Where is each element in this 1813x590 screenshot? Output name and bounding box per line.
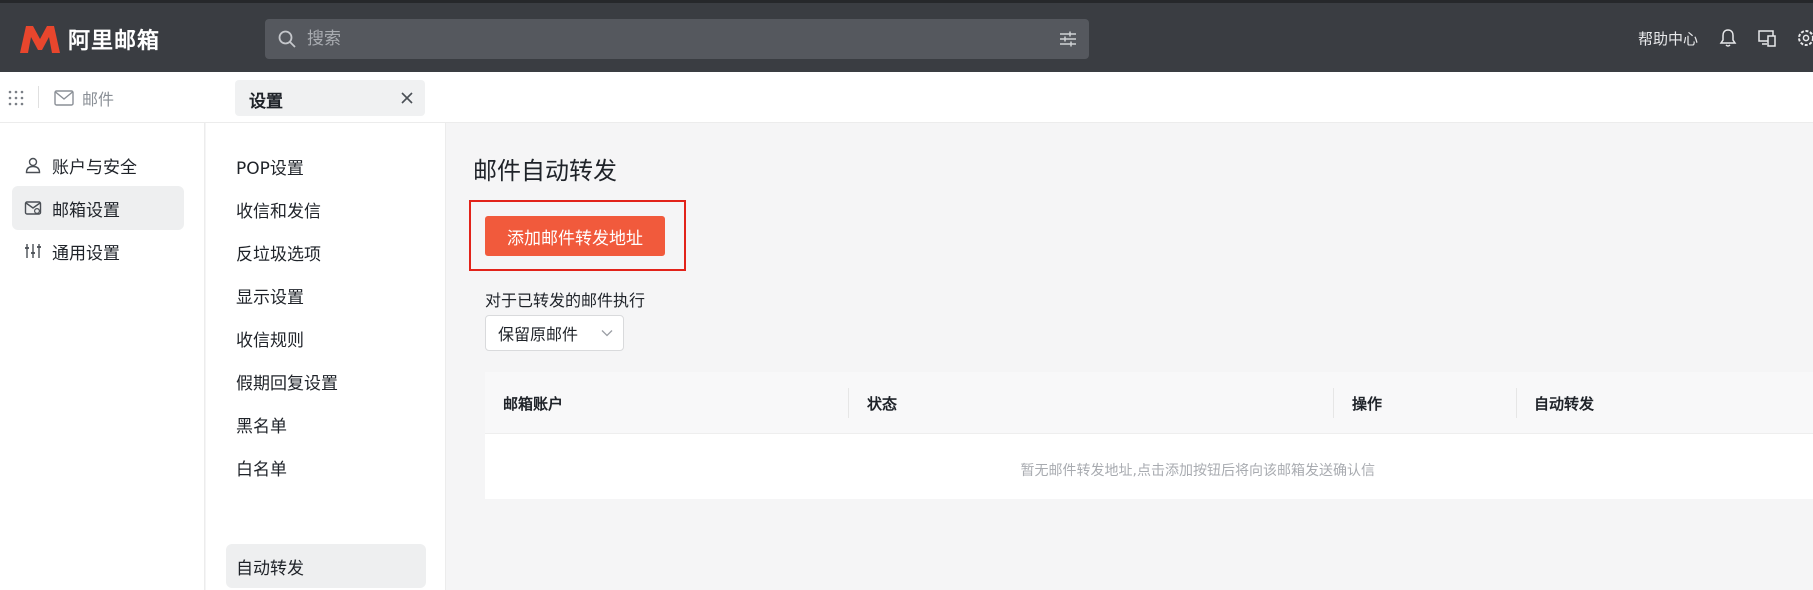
bell-icon[interactable] bbox=[1718, 28, 1738, 48]
mailbox-settings-icon bbox=[24, 201, 42, 215]
top-bar: 阿里邮箱 帮助中心 bbox=[0, 0, 1813, 72]
search-bar[interactable] bbox=[265, 19, 1089, 59]
search-input[interactable] bbox=[307, 19, 1007, 59]
tab-mail[interactable]: 邮件 bbox=[54, 86, 114, 110]
close-icon[interactable] bbox=[399, 90, 415, 106]
sidebar-item-general-settings[interactable]: 通用设置 bbox=[12, 229, 184, 273]
sidebar-item-label: 通用设置 bbox=[52, 243, 120, 264]
search-icon bbox=[278, 30, 296, 48]
subnav-item-blacklist[interactable]: 黑名单 bbox=[226, 402, 426, 446]
sidebar-item-account-security[interactable]: 账户与安全 bbox=[12, 143, 184, 187]
filter-icon[interactable] bbox=[1059, 30, 1077, 48]
column-header-status: 状态 bbox=[867, 395, 898, 413]
main-content: 邮件自动转发 添加邮件转发地址 对于已转发的邮件执行 保留原邮件 邮箱账户 状态… bbox=[447, 123, 1813, 590]
settings-sidebar: 账户与安全 邮箱设置 通用设置 bbox=[0, 123, 205, 590]
logo-m-icon bbox=[20, 26, 60, 53]
mailbox-settings-subnav: POP设置 收信和发信 反垃圾选项 显示设置 收信规则 假期回复设置 黑名单 白… bbox=[206, 123, 446, 590]
tab-divider bbox=[38, 86, 39, 108]
empty-state-text: 暂无邮件转发地址,点击添加按钮后将向该邮箱发送确认信 bbox=[1020, 463, 1375, 479]
chevron-down-icon bbox=[601, 330, 613, 337]
gear-icon[interactable] bbox=[1796, 28, 1813, 48]
column-header-auto-forward: 自动转发 bbox=[1534, 395, 1595, 413]
forward-address-table: 邮箱账户 状态 操作 自动转发 暂无邮件转发地址,点击添加按钮后将向该邮箱发送确… bbox=[485, 372, 1813, 499]
devices-icon[interactable] bbox=[1757, 28, 1777, 48]
add-forward-address-button[interactable]: 添加邮件转发地址 bbox=[485, 216, 665, 256]
tab-settings-label: 设置 bbox=[249, 92, 283, 112]
column-divider bbox=[1516, 388, 1517, 418]
column-divider bbox=[1333, 388, 1334, 418]
subnav-item-vacation-reply[interactable]: 假期回复设置 bbox=[226, 359, 426, 403]
subnav-item-pop[interactable]: POP设置 bbox=[226, 144, 426, 188]
tab-settings[interactable]: 设置 bbox=[235, 80, 425, 116]
app-logo[interactable]: 阿里邮箱 bbox=[18, 23, 160, 55]
subnav-item-whitelist[interactable]: 白名单 bbox=[226, 445, 426, 489]
sidebar-item-label: 账户与安全 bbox=[52, 157, 137, 178]
apps-grid-icon[interactable] bbox=[8, 90, 24, 106]
column-header-account: 邮箱账户 bbox=[503, 395, 564, 413]
subnav-item-send-receive[interactable]: 收信和发信 bbox=[226, 187, 426, 231]
user-icon bbox=[25, 157, 41, 174]
column-header-actions: 操作 bbox=[1352, 395, 1383, 413]
subnav-item-display[interactable]: 显示设置 bbox=[226, 273, 426, 317]
sidebar-item-label: 邮箱设置 bbox=[52, 200, 120, 221]
forward-action-select[interactable]: 保留原邮件 bbox=[485, 315, 624, 351]
subnav-item-rules[interactable]: 收信规则 bbox=[226, 316, 426, 360]
app-name: 阿里邮箱 bbox=[68, 29, 161, 54]
tab-row: 邮件 设置 bbox=[0, 72, 1813, 123]
subnav-item-antispam[interactable]: 反垃圾选项 bbox=[226, 230, 426, 274]
subnav-item-auto-forward[interactable]: 自动转发 bbox=[226, 544, 426, 588]
tab-mail-label: 邮件 bbox=[82, 90, 115, 109]
forward-action-label: 对于已转发的邮件执行 bbox=[485, 291, 646, 310]
sidebar-item-mailbox-settings[interactable]: 邮箱设置 bbox=[12, 186, 184, 230]
help-center-link[interactable]: 帮助中心 bbox=[1638, 28, 1698, 49]
table-header: 邮箱账户 状态 操作 自动转发 bbox=[485, 372, 1813, 434]
sliders-icon bbox=[25, 244, 41, 258]
page-title: 邮件自动转发 bbox=[473, 157, 617, 185]
forward-action-select-value: 保留原邮件 bbox=[498, 325, 579, 344]
column-divider bbox=[848, 388, 849, 418]
envelope-icon bbox=[54, 90, 74, 106]
